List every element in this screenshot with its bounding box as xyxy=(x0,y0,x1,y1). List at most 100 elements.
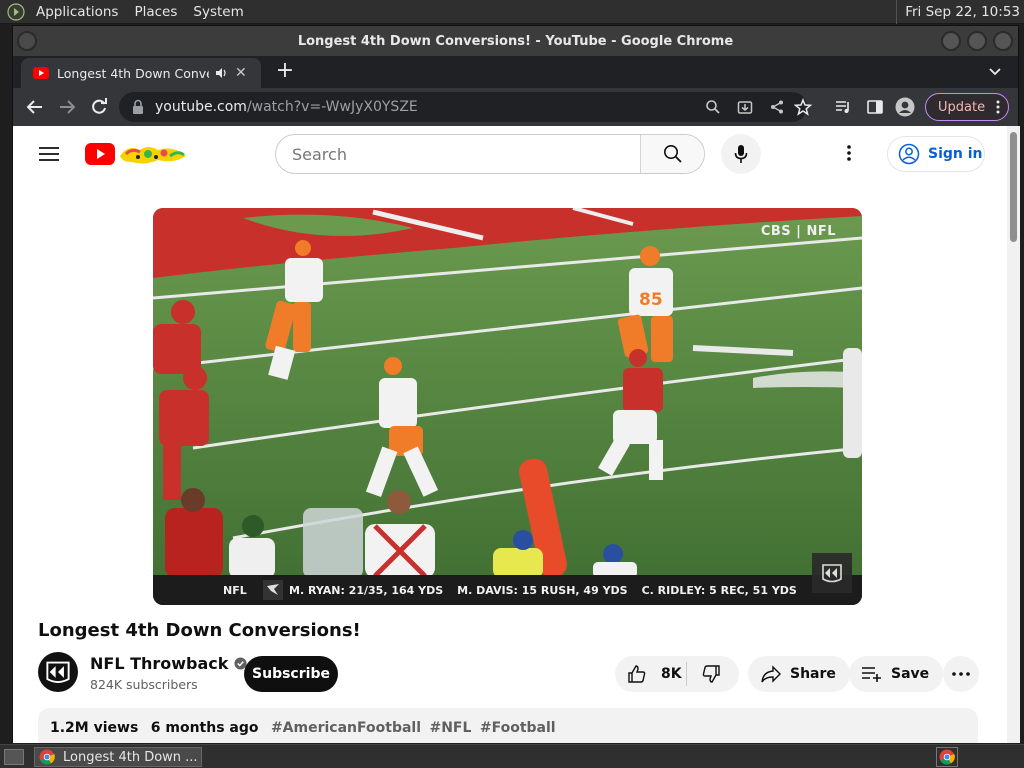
search-input[interactable] xyxy=(292,135,658,173)
profile-avatar-icon[interactable] xyxy=(895,97,915,117)
minimize-button[interactable] xyxy=(941,31,961,51)
tray-chrome-icon[interactable] xyxy=(936,747,958,767)
share-page-icon[interactable] xyxy=(769,99,785,115)
score-bar-league: NFL xyxy=(223,583,247,597)
maximize-button[interactable] xyxy=(967,31,987,51)
url-text[interactable]: youtube.com/watch?v=-WwJyX0YSZE xyxy=(155,99,418,115)
share-label: Share xyxy=(790,666,836,682)
description-box[interactable]: 1.2M views 6 months ago #AmericanFootbal… xyxy=(38,708,978,743)
chrome-icon xyxy=(39,749,55,765)
url-path: /watch?v=-WwJyX0YSZE xyxy=(246,99,418,115)
taskbar-window-button[interactable]: Longest 4th Down ... xyxy=(34,747,202,767)
clock[interactable]: Fri Sep 22, 10:53 xyxy=(896,0,1020,24)
chrome-window: Longest 4th Down Conversions! - YouTube … xyxy=(12,25,1020,743)
sign-in-button[interactable]: Sign in xyxy=(887,136,985,172)
account-circle-icon xyxy=(898,143,920,165)
share-arrow-icon xyxy=(761,665,781,683)
dislike-button[interactable] xyxy=(701,664,721,684)
channel-avatar[interactable] xyxy=(38,652,78,692)
update-button[interactable]: Update xyxy=(925,93,1009,121)
window-menu-icon[interactable] xyxy=(17,31,37,51)
taskbar-window-title: Longest 4th Down ... xyxy=(63,749,198,765)
save-button[interactable]: Save xyxy=(849,656,944,692)
hashtag-link[interactable]: #AmericanFootball xyxy=(271,720,421,736)
close-window-button[interactable] xyxy=(993,31,1013,51)
tab-title: Longest 4th Down Conversions! xyxy=(57,65,209,81)
site-info-icon[interactable] xyxy=(131,99,145,115)
microphone-icon xyxy=(734,145,748,163)
share-button[interactable]: Share xyxy=(748,656,850,692)
search-button[interactable] xyxy=(640,135,704,173)
falcons-logo-icon xyxy=(263,580,283,600)
youtube-doodle-icon xyxy=(120,147,186,164)
youtube-play-logo-icon xyxy=(85,143,115,165)
more-horizontal-icon xyxy=(952,672,970,676)
channel-name-label: NFL Throwback xyxy=(90,654,229,673)
search-box xyxy=(275,134,705,174)
update-label: Update xyxy=(938,99,986,115)
zoom-search-icon[interactable] xyxy=(705,99,721,115)
save-label: Save xyxy=(891,666,930,682)
address-bar[interactable]: youtube.com/watch?v=-WwJyX0YSZE xyxy=(119,92,807,122)
new-tab-button[interactable]: + xyxy=(275,60,295,82)
channel-watermark-icon[interactable] xyxy=(812,553,852,593)
channel-name[interactable]: NFL Throwback xyxy=(90,654,247,673)
thumbs-up-icon xyxy=(628,665,646,683)
upload-age: 6 months ago xyxy=(150,720,259,736)
youtube-logo[interactable] xyxy=(85,142,188,166)
back-arrow-icon[interactable] xyxy=(25,97,45,117)
reload-icon[interactable] xyxy=(89,97,109,117)
page-scrollbar[interactable] xyxy=(1007,126,1020,743)
top-panel: Applications Places System Fri Sep 22, 1… xyxy=(0,0,1024,24)
install-app-icon[interactable] xyxy=(737,99,753,115)
svg-text:85: 85 xyxy=(639,290,663,310)
save-playlist-icon xyxy=(862,667,881,682)
thumbs-down-icon xyxy=(702,665,720,683)
youtube-page: Sign in xyxy=(13,126,1007,743)
tab-strip: Longest 4th Down Conversions! ✕ + xyxy=(13,56,1018,88)
scrollbar-thumb[interactable] xyxy=(1010,132,1017,242)
applications-menu[interactable]: Applications xyxy=(28,4,126,20)
youtube-header: Sign in xyxy=(13,126,1007,182)
nfl-throwback-logo-icon xyxy=(46,661,70,683)
hashtag-link[interactable]: #NFL xyxy=(429,720,471,736)
hamburger-menu-icon[interactable] xyxy=(39,146,59,162)
gnome-foot-icon[interactable] xyxy=(4,0,28,24)
like-button[interactable]: 8K xyxy=(615,662,687,686)
score-bar-stat: M. DAVIS: 15 RUSH, 49 YDS xyxy=(457,583,628,597)
chrome-menu-icon[interactable] xyxy=(996,99,1000,115)
score-bar-stat: M. RYAN: 21/35, 164 YDS xyxy=(289,583,444,597)
video-player[interactable]: 85 CBS | NFL NFL M. RYAN: 21/35, 164 YDS… xyxy=(153,208,862,605)
show-desktop-icon[interactable] xyxy=(4,748,24,765)
tab-youtube[interactable]: Longest 4th Down Conversions! ✕ xyxy=(21,58,261,88)
search-icon xyxy=(663,145,682,163)
forward-arrow-icon[interactable] xyxy=(57,97,77,117)
sign-in-label: Sign in xyxy=(928,146,983,162)
hashtag-link[interactable]: #Football xyxy=(480,720,556,736)
close-tab-icon[interactable]: ✕ xyxy=(235,65,247,81)
bottom-taskbar: Longest 4th Down ... xyxy=(0,744,1024,768)
media-controls-icon[interactable] xyxy=(833,97,853,117)
window-title: Longest 4th Down Conversions! - YouTube … xyxy=(297,33,734,49)
youtube-favicon-icon xyxy=(33,67,49,79)
video-title: Longest 4th Down Conversions! xyxy=(38,620,361,641)
window-titlebar[interactable]: Longest 4th Down Conversions! - YouTube … xyxy=(13,26,1018,56)
view-count: 1.2M views xyxy=(50,720,139,736)
url-host: youtube.com xyxy=(155,99,247,115)
more-actions-button[interactable] xyxy=(943,656,979,692)
video-frame-football-play: 85 xyxy=(153,208,862,605)
voice-search-button[interactable] xyxy=(721,134,761,174)
subscribe-button[interactable]: Subscribe xyxy=(244,656,338,692)
like-dislike-group: 8K xyxy=(615,656,739,692)
bookmark-star-icon[interactable] xyxy=(793,97,813,117)
settings-more-icon[interactable] xyxy=(847,144,851,162)
score-bar: NFL M. RYAN: 21/35, 164 YDS M. DAVIS: 15… xyxy=(153,575,862,605)
system-menu[interactable]: System xyxy=(185,4,251,20)
audio-playing-icon[interactable] xyxy=(215,67,227,79)
tab-search-icon[interactable] xyxy=(988,64,1002,78)
like-count: 8K xyxy=(661,666,682,682)
side-panel-icon[interactable] xyxy=(865,97,885,117)
places-menu[interactable]: Places xyxy=(126,4,185,20)
score-bar-stat: C. RIDLEY: 5 REC, 51 YDS xyxy=(641,583,797,597)
browser-toolbar: youtube.com/watch?v=-WwJyX0YSZE Update xyxy=(13,88,1018,126)
